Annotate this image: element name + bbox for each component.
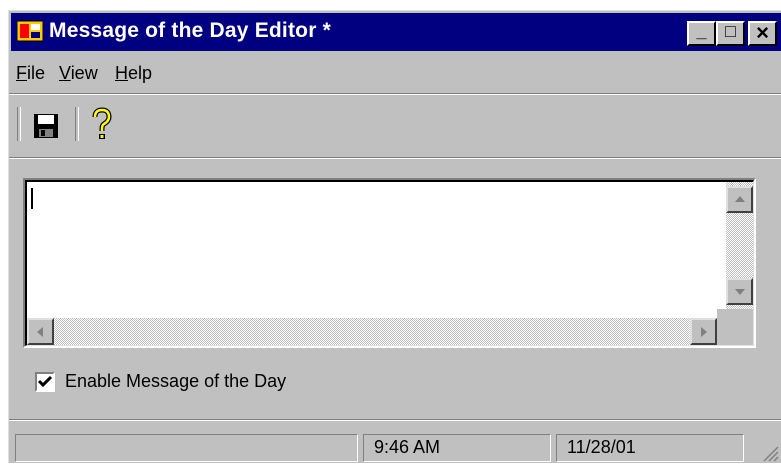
maximize-icon: □ xyxy=(725,21,736,41)
close-icon: × xyxy=(756,20,769,45)
arrow-right-icon xyxy=(701,327,707,337)
close-button[interactable]: × xyxy=(748,20,777,46)
menu-file-accelerator: F xyxy=(16,63,27,83)
status-panel-main xyxy=(15,434,358,462)
toolbar-grip xyxy=(17,107,21,141)
question-mark-icon xyxy=(92,107,112,139)
scroll-down-button[interactable] xyxy=(726,278,753,305)
scrollbar-corner xyxy=(717,309,753,345)
title-bar[interactable]: Message of the Day Editor * _ □ × xyxy=(11,13,781,51)
resize-grip-icon[interactable] xyxy=(761,444,779,462)
arrow-left-icon xyxy=(37,327,43,337)
toolbar-separator xyxy=(75,107,79,141)
arrow-up-icon xyxy=(735,196,745,202)
menu-view-accelerator: V xyxy=(59,63,71,83)
scroll-right-button[interactable] xyxy=(690,318,717,345)
arrow-down-icon xyxy=(735,289,745,295)
menu-help-accelerator: H xyxy=(115,63,128,83)
message-editor-frame xyxy=(23,178,756,348)
message-editor[interactable] xyxy=(25,180,754,346)
toolbar xyxy=(11,97,781,153)
menu-separator xyxy=(9,93,781,95)
enable-motd-label[interactable]: Enable Message of the Day xyxy=(65,371,286,392)
status-bar: 9:46 AM 11/28/01 xyxy=(11,431,781,464)
menu-help[interactable]: Help xyxy=(115,63,152,84)
app-icon[interactable] xyxy=(16,19,44,43)
maximize-button[interactable]: □ xyxy=(716,21,745,46)
status-time: 9:46 AM xyxy=(363,434,551,462)
menu-file-label: ile xyxy=(27,63,46,83)
menu-view[interactable]: View xyxy=(59,63,98,84)
menu-help-label: elp xyxy=(128,63,153,83)
horizontal-scrollbar[interactable] xyxy=(27,318,717,345)
enable-motd-checkbox[interactable] xyxy=(35,372,55,392)
scroll-up-button[interactable] xyxy=(726,186,753,213)
text-caret xyxy=(31,188,33,209)
scroll-left-button[interactable] xyxy=(27,318,54,345)
app-window: Message of the Day Editor * _ □ × File V… xyxy=(8,10,781,463)
toolbar-separator-bottom xyxy=(9,157,781,159)
minimize-icon: _ xyxy=(696,21,707,41)
minimize-button[interactable]: _ xyxy=(687,21,716,46)
checkmark-icon xyxy=(37,375,53,388)
status-date: 11/28/01 xyxy=(556,434,744,462)
menu-bar: File View Help xyxy=(11,55,781,89)
help-button[interactable] xyxy=(87,107,117,141)
status-separator xyxy=(9,419,781,421)
save-button[interactable] xyxy=(31,111,61,141)
menu-view-label: iew xyxy=(70,63,98,83)
menu-file[interactable]: File xyxy=(16,63,45,84)
vertical-scrollbar[interactable] xyxy=(726,182,753,309)
window-title: Message of the Day Editor * xyxy=(49,19,331,42)
floppy-disk-icon xyxy=(34,114,58,138)
